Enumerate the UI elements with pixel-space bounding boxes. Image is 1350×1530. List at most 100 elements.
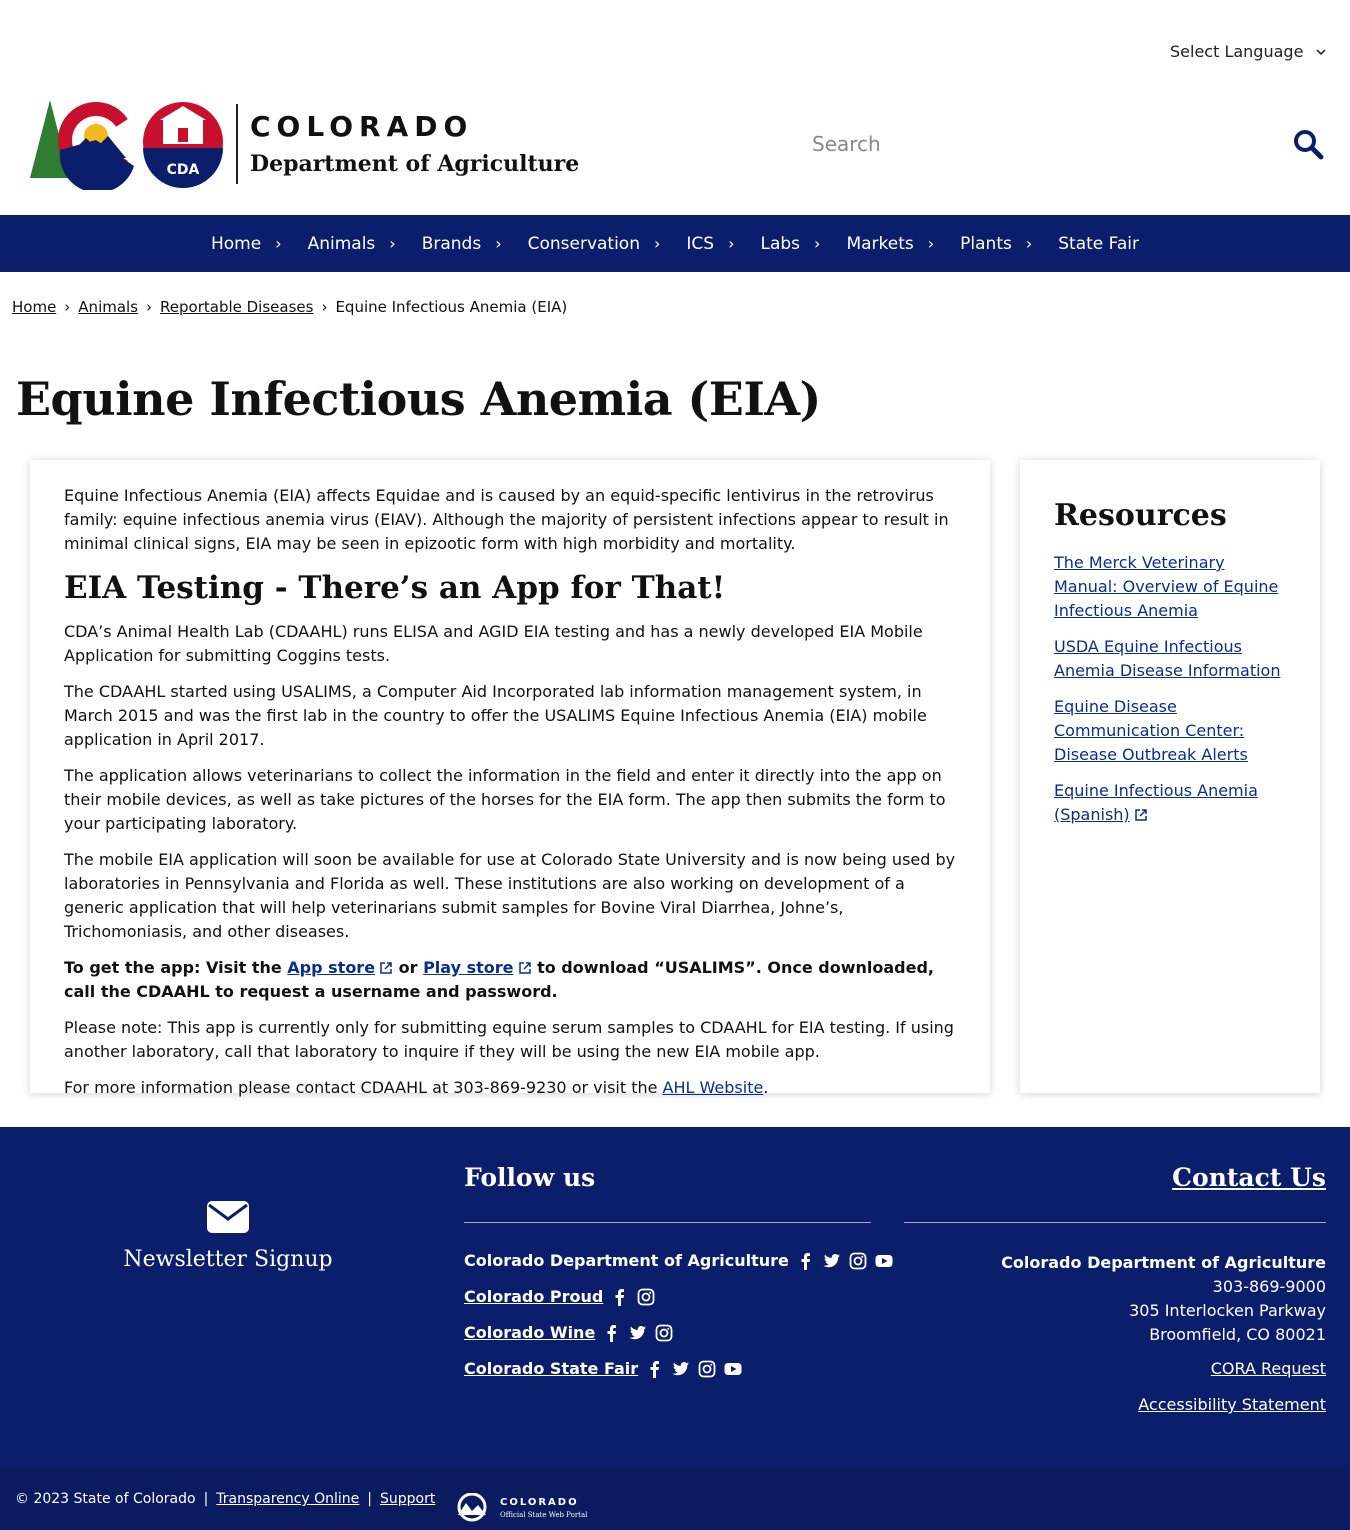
text: To get the app: Visit the bbox=[64, 958, 288, 977]
separator: | bbox=[367, 1491, 373, 1507]
resource-link-spanish[interactable]: Equine Infectious Anemia (Spanish) bbox=[1054, 779, 1286, 827]
nav-label: State Fair bbox=[1058, 233, 1140, 254]
street: 305 Interlocken Parkway bbox=[1129, 1301, 1326, 1320]
search-icon[interactable] bbox=[1292, 128, 1324, 160]
breadcrumb-home[interactable]: Home bbox=[12, 298, 56, 316]
contact-us-link[interactable]: Contact Us bbox=[1172, 1163, 1326, 1192]
twitter-icon[interactable] bbox=[823, 1252, 841, 1270]
envelope-icon bbox=[207, 1201, 249, 1233]
chevron-right-icon: › bbox=[275, 234, 282, 253]
chevron-right-icon: › bbox=[389, 234, 396, 253]
accessibility-link[interactable]: Accessibility Statement bbox=[1138, 1395, 1326, 1414]
app-store-link[interactable]: App store bbox=[287, 958, 375, 977]
ahl-website-link[interactable]: AHL Website bbox=[663, 1078, 764, 1097]
language-label: Select Language bbox=[1170, 42, 1304, 61]
nav-item-labs[interactable]: Labs › bbox=[748, 234, 834, 254]
nav-label: ICS bbox=[686, 233, 715, 254]
paragraph: CDA’s Animal Health Lab (CDAAHL) runs EL… bbox=[64, 622, 923, 665]
breadcrumb-current: Equine Infectious Anemia (EIA) bbox=[335, 298, 568, 316]
nav-item-brands[interactable]: Brands › bbox=[409, 234, 515, 254]
support-link[interactable]: Support bbox=[380, 1491, 435, 1507]
social-label: Colorado Department of Agriculture bbox=[464, 1251, 789, 1270]
divider bbox=[464, 1222, 871, 1223]
nav-item-animals[interactable]: Animals › bbox=[295, 234, 409, 254]
nav-label: Plants bbox=[960, 233, 1012, 254]
social-link[interactable]: Colorado Wine bbox=[464, 1323, 595, 1342]
paragraph: The application allows veterinarians to … bbox=[64, 766, 946, 833]
nav-item-markets[interactable]: Markets › bbox=[833, 234, 947, 254]
social-row-proud: Colorado Proud bbox=[464, 1287, 655, 1306]
chevron-right-icon: › bbox=[927, 234, 935, 253]
social-row-state-fair: Colorado State Fair bbox=[464, 1359, 742, 1378]
play-store-link[interactable]: Play store bbox=[423, 958, 513, 977]
paragraph: The mobile EIA application will soon be … bbox=[64, 850, 956, 941]
social-link[interactable]: Colorado State Fair bbox=[464, 1359, 638, 1378]
nav-item-plants[interactable]: Plants › bbox=[947, 234, 1045, 254]
social-link[interactable]: Colorado Proud bbox=[464, 1287, 603, 1306]
nav-item-home[interactable]: Home › bbox=[198, 234, 295, 254]
chevron-down-icon bbox=[1316, 48, 1326, 55]
instagram-icon[interactable] bbox=[849, 1252, 867, 1270]
nav-label: Labs bbox=[760, 233, 801, 254]
external-link-icon bbox=[518, 962, 531, 974]
separator: | bbox=[203, 1491, 209, 1507]
page-title: Equine Infectious Anemia (EIA) bbox=[16, 372, 821, 426]
follow-title: Follow us bbox=[464, 1163, 596, 1192]
contact-address: Colorado Department of Agriculture 303-8… bbox=[1001, 1251, 1326, 1347]
brand-title: COLORADO bbox=[250, 110, 474, 143]
footer: Newsletter Signup Follow us Colorado Dep… bbox=[0, 1127, 1350, 1467]
bottom-links: © 2023 State of Colorado | Transparency … bbox=[15, 1491, 435, 1507]
resource-link-merck[interactable]: The Merck Veterinary Manual: Overview of… bbox=[1054, 551, 1286, 623]
twitter-icon[interactable] bbox=[672, 1360, 690, 1378]
breadcrumb-animals[interactable]: Animals bbox=[78, 298, 138, 316]
contact-paragraph: For more information please contact CDAA… bbox=[64, 1076, 956, 1100]
facebook-icon[interactable] bbox=[611, 1288, 629, 1306]
breadcrumb-reportable-diseases[interactable]: Reportable Diseases bbox=[160, 298, 313, 316]
chevron-right-icon: › bbox=[814, 234, 821, 253]
facebook-icon[interactable] bbox=[797, 1252, 815, 1270]
language-select[interactable]: Select Language bbox=[1170, 42, 1327, 61]
youtube-icon[interactable] bbox=[724, 1360, 742, 1378]
facebook-icon[interactable] bbox=[603, 1324, 621, 1342]
resource-link-edcc[interactable]: Equine Disease Communication Center: Dis… bbox=[1054, 695, 1286, 767]
nav-label: Home bbox=[210, 233, 262, 254]
twitter-icon[interactable] bbox=[629, 1324, 647, 1342]
chevron-right-icon: › bbox=[654, 234, 661, 253]
breadcrumb: Home › Animals › Reportable Diseases › E… bbox=[12, 298, 567, 316]
text: . bbox=[763, 1078, 769, 1097]
phone: 303-869-9000 bbox=[1212, 1277, 1326, 1296]
divider bbox=[904, 1222, 1326, 1223]
link-text: Equine Infectious Anemia (Spanish) bbox=[1054, 781, 1258, 824]
newsletter-label: Newsletter Signup bbox=[123, 1247, 333, 1272]
newsletter-signup[interactable]: Newsletter Signup bbox=[110, 1201, 346, 1272]
instagram-icon[interactable] bbox=[698, 1360, 716, 1378]
portal-subtitle: Official State Web Portal bbox=[500, 1511, 588, 1519]
cora-request-link[interactable]: CORA Request bbox=[1211, 1359, 1326, 1378]
resources-title: Resources bbox=[1054, 498, 1227, 533]
youtube-icon[interactable] bbox=[875, 1252, 893, 1270]
chevron-right-icon: › bbox=[728, 234, 735, 253]
city: Broomfield, CO 80021 bbox=[1149, 1325, 1326, 1344]
chevron-right-icon: › bbox=[495, 234, 502, 253]
nav-item-conservation[interactable]: Conservation › bbox=[515, 234, 674, 254]
social-row-wine: Colorado Wine bbox=[464, 1323, 673, 1342]
main-nav: Home › Animals › Brands › Conservation › ICS… bbox=[0, 215, 1350, 272]
colorado-portal-logo[interactable]: COLORADO Official State Web Portal bbox=[454, 1493, 594, 1523]
get-app-paragraph: To get the app: Visit the App store or P… bbox=[64, 956, 956, 1004]
transparency-link[interactable]: Transparency Online bbox=[216, 1491, 359, 1507]
text: or bbox=[393, 958, 424, 977]
instagram-icon[interactable] bbox=[655, 1324, 673, 1342]
nav-item-ics[interactable]: ICS › bbox=[673, 234, 747, 254]
search-input[interactable] bbox=[800, 124, 1280, 164]
nav-label: Conservation bbox=[527, 233, 640, 254]
main-content: Equine Infectious Anemia (EIA) affects E… bbox=[30, 460, 990, 1097]
instagram-icon[interactable] bbox=[637, 1288, 655, 1306]
intro-paragraph: Equine Infectious Anemia (EIA) affects E… bbox=[64, 486, 949, 553]
resource-link-usda[interactable]: USDA Equine Infectious Anemia Disease In… bbox=[1054, 635, 1286, 683]
chevron-right-icon: › bbox=[64, 298, 71, 316]
nav-item-state-fair[interactable]: State Fair bbox=[1045, 234, 1152, 254]
facebook-icon[interactable] bbox=[646, 1360, 664, 1378]
chevron-right-icon: › bbox=[321, 298, 328, 316]
section-heading: EIA Testing - There’s an App for That! bbox=[64, 570, 726, 606]
brand-subtitle: Department of Agriculture bbox=[250, 151, 580, 177]
